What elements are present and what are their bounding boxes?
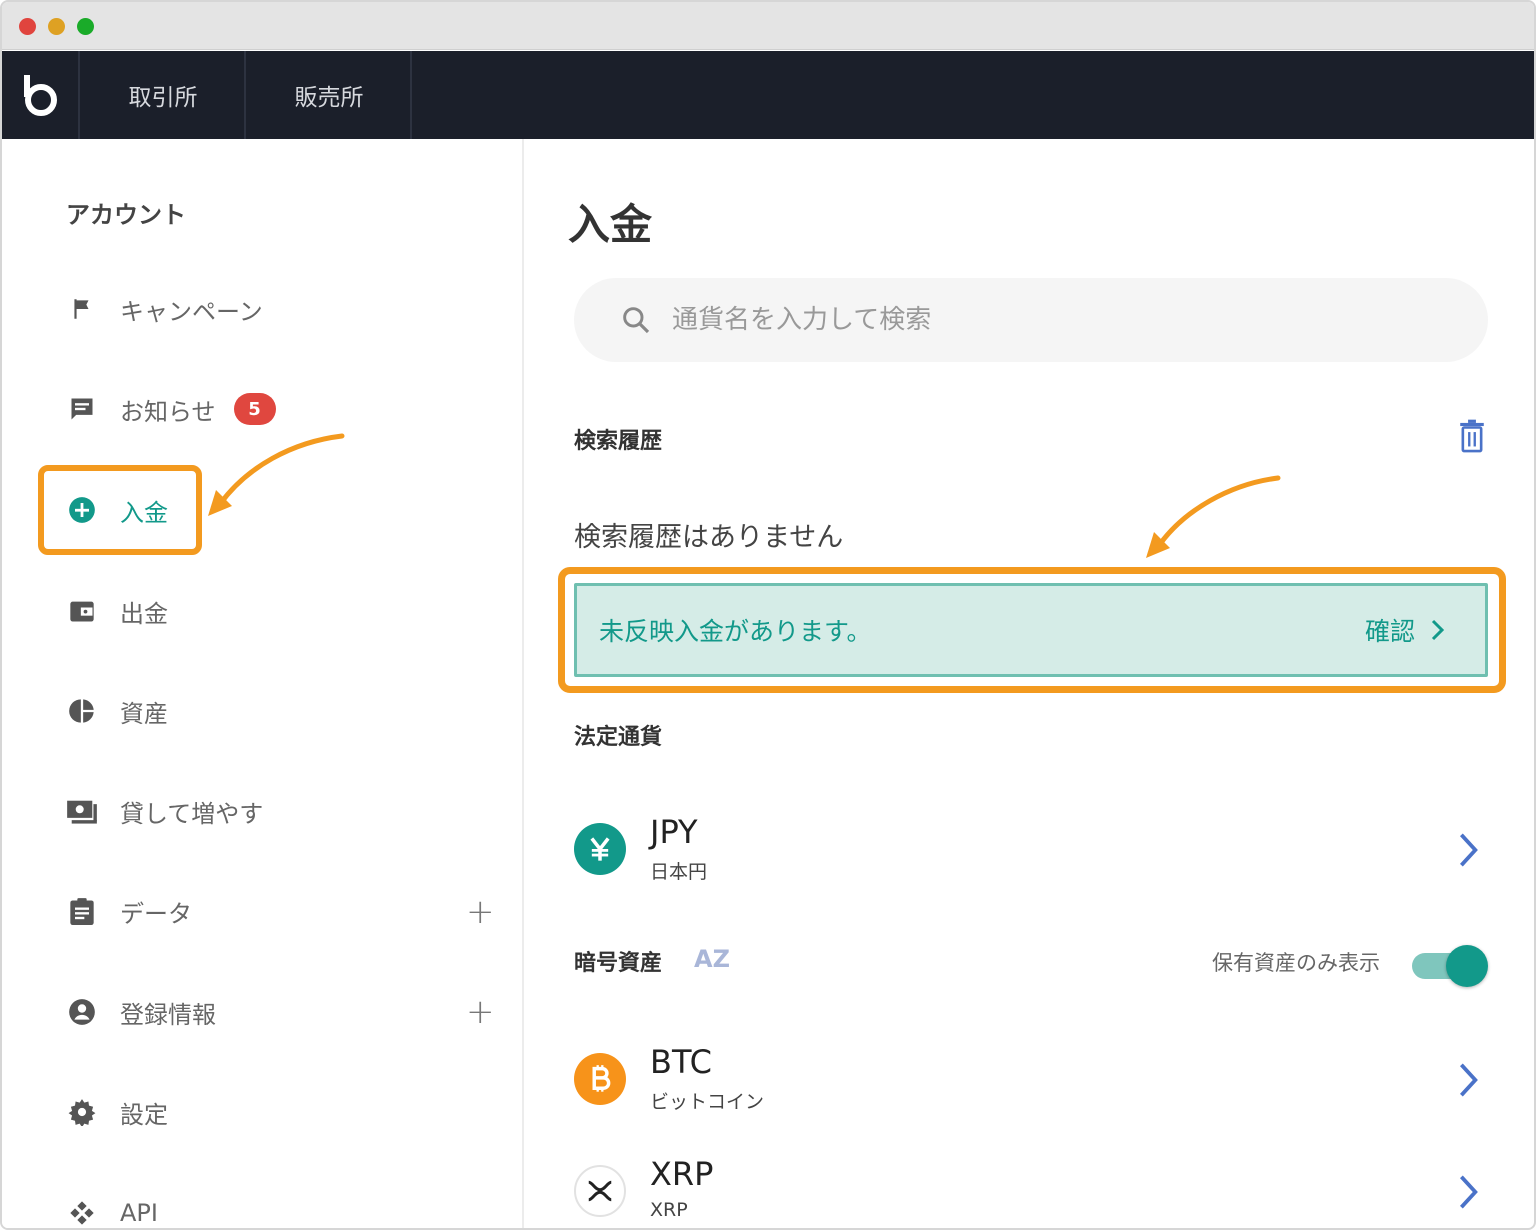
sidebar-item-label: 登録情報: [120, 1000, 216, 1029]
search-history-label: 検索履歴: [574, 429, 663, 454]
chevron-right-icon: [1459, 1063, 1478, 1097]
sidebar-heading: アカウント: [66, 201, 186, 229]
sidebar-item-lending[interactable]: 貸して増やす: [66, 791, 263, 831]
tab-exchange[interactable]: 取引所: [82, 51, 246, 139]
sidebar-item-label: お知らせ: [120, 397, 216, 426]
sidebar-item-label: データ: [120, 899, 192, 928]
sidebar-item-label: 設定: [120, 1100, 168, 1129]
sidebar-item-assets[interactable]: 資産: [66, 691, 168, 731]
currency-code: BTC: [650, 1043, 712, 1081]
message-icon: [66, 393, 98, 425]
trash-icon[interactable]: [1456, 419, 1488, 453]
currency-row-btc[interactable]: BTC ビットコイン: [574, 1043, 1488, 1123]
sidebar-item-campaign[interactable]: キャンペーン: [66, 289, 263, 329]
sidebar-item-api[interactable]: API: [66, 1193, 158, 1228]
tab-sales[interactable]: 販売所: [248, 51, 412, 139]
bitcoin-icon: [574, 1053, 626, 1105]
clipboard-icon: [66, 895, 98, 927]
highlight-frame-deposit: [38, 465, 202, 555]
currency-row-jpy[interactable]: JPY 日本円: [574, 813, 1488, 893]
search-input[interactable]: [672, 305, 1432, 335]
sidebar-item-settings[interactable]: 設定: [66, 1092, 168, 1132]
close-window-button[interactable]: [19, 18, 36, 35]
app-window: 取引所 販売所 アカウント キャンペーン お知らせ 5 入金 出金 資産 貸して…: [0, 0, 1536, 1230]
search-history-empty: 検索履歴はありません: [574, 522, 844, 553]
currency-name: ビットコイン: [650, 1091, 765, 1113]
expand-registration-button[interactable]: +: [466, 995, 495, 1029]
api-icon: [66, 1197, 98, 1228]
holdings-only-label: 保有資産のみ表示: [1212, 951, 1380, 975]
wallet-icon: [66, 595, 98, 627]
sidebar-item-label: API: [120, 1199, 158, 1227]
sidebar-item-withdraw[interactable]: 出金: [66, 591, 168, 631]
bitbank-logo[interactable]: [2, 51, 80, 139]
gear-icon: [66, 1096, 98, 1128]
search-icon: [623, 307, 650, 334]
sidebar-item-data[interactable]: データ: [66, 891, 192, 931]
window-titlebar: [2, 2, 1534, 50]
lend-icon: [66, 795, 98, 827]
minimize-window-button[interactable]: [48, 18, 65, 35]
sidebar-item-label: 資産: [120, 699, 168, 728]
yen-icon: [574, 823, 626, 875]
expand-data-button[interactable]: +: [466, 895, 495, 929]
maximize-window-button[interactable]: [77, 18, 94, 35]
xrp-icon: [574, 1165, 626, 1217]
fiat-section-label: 法定通貨: [574, 725, 663, 750]
sidebar-item-label: キャンペーン: [120, 297, 263, 326]
chevron-right-icon: [1459, 833, 1478, 867]
currency-row-xrp[interactable]: XRP XRP: [574, 1155, 1488, 1228]
page-title: 入金: [568, 200, 653, 249]
search-bar[interactable]: [574, 278, 1488, 362]
sidebar: アカウント キャンペーン お知らせ 5 入金 出金 資産 貸して増やす データ …: [2, 139, 524, 1228]
currency-name: XRP: [650, 1199, 688, 1221]
currency-code: XRP: [650, 1155, 714, 1193]
currency-code: JPY: [650, 813, 698, 851]
sidebar-item-label: 出金: [120, 599, 168, 628]
logo-icon: [24, 75, 57, 116]
main-content: 入金 検索履歴 検索履歴はありません 未反映入金があります。 確認 法定通貨 J…: [526, 139, 1534, 1228]
highlight-frame-notice: [558, 567, 1506, 693]
sidebar-item-label: 貸して増やす: [120, 799, 264, 828]
pie-chart-icon: [66, 695, 98, 727]
notification-badge: 5: [233, 393, 276, 425]
flag-icon: [66, 293, 98, 325]
toggle-knob: [1446, 945, 1488, 987]
account-icon: [66, 996, 98, 1028]
sidebar-item-news[interactable]: お知らせ 5: [66, 389, 276, 429]
sort-az-icon[interactable]: AZ: [694, 945, 730, 973]
top-navigation: 取引所 販売所: [2, 51, 1534, 139]
holdings-only-toggle[interactable]: [1412, 945, 1488, 987]
chevron-right-icon: [1459, 1175, 1478, 1209]
sidebar-item-registration[interactable]: 登録情報: [66, 992, 216, 1032]
currency-name: 日本円: [650, 861, 708, 883]
crypto-section-label: 暗号資産: [574, 951, 663, 976]
